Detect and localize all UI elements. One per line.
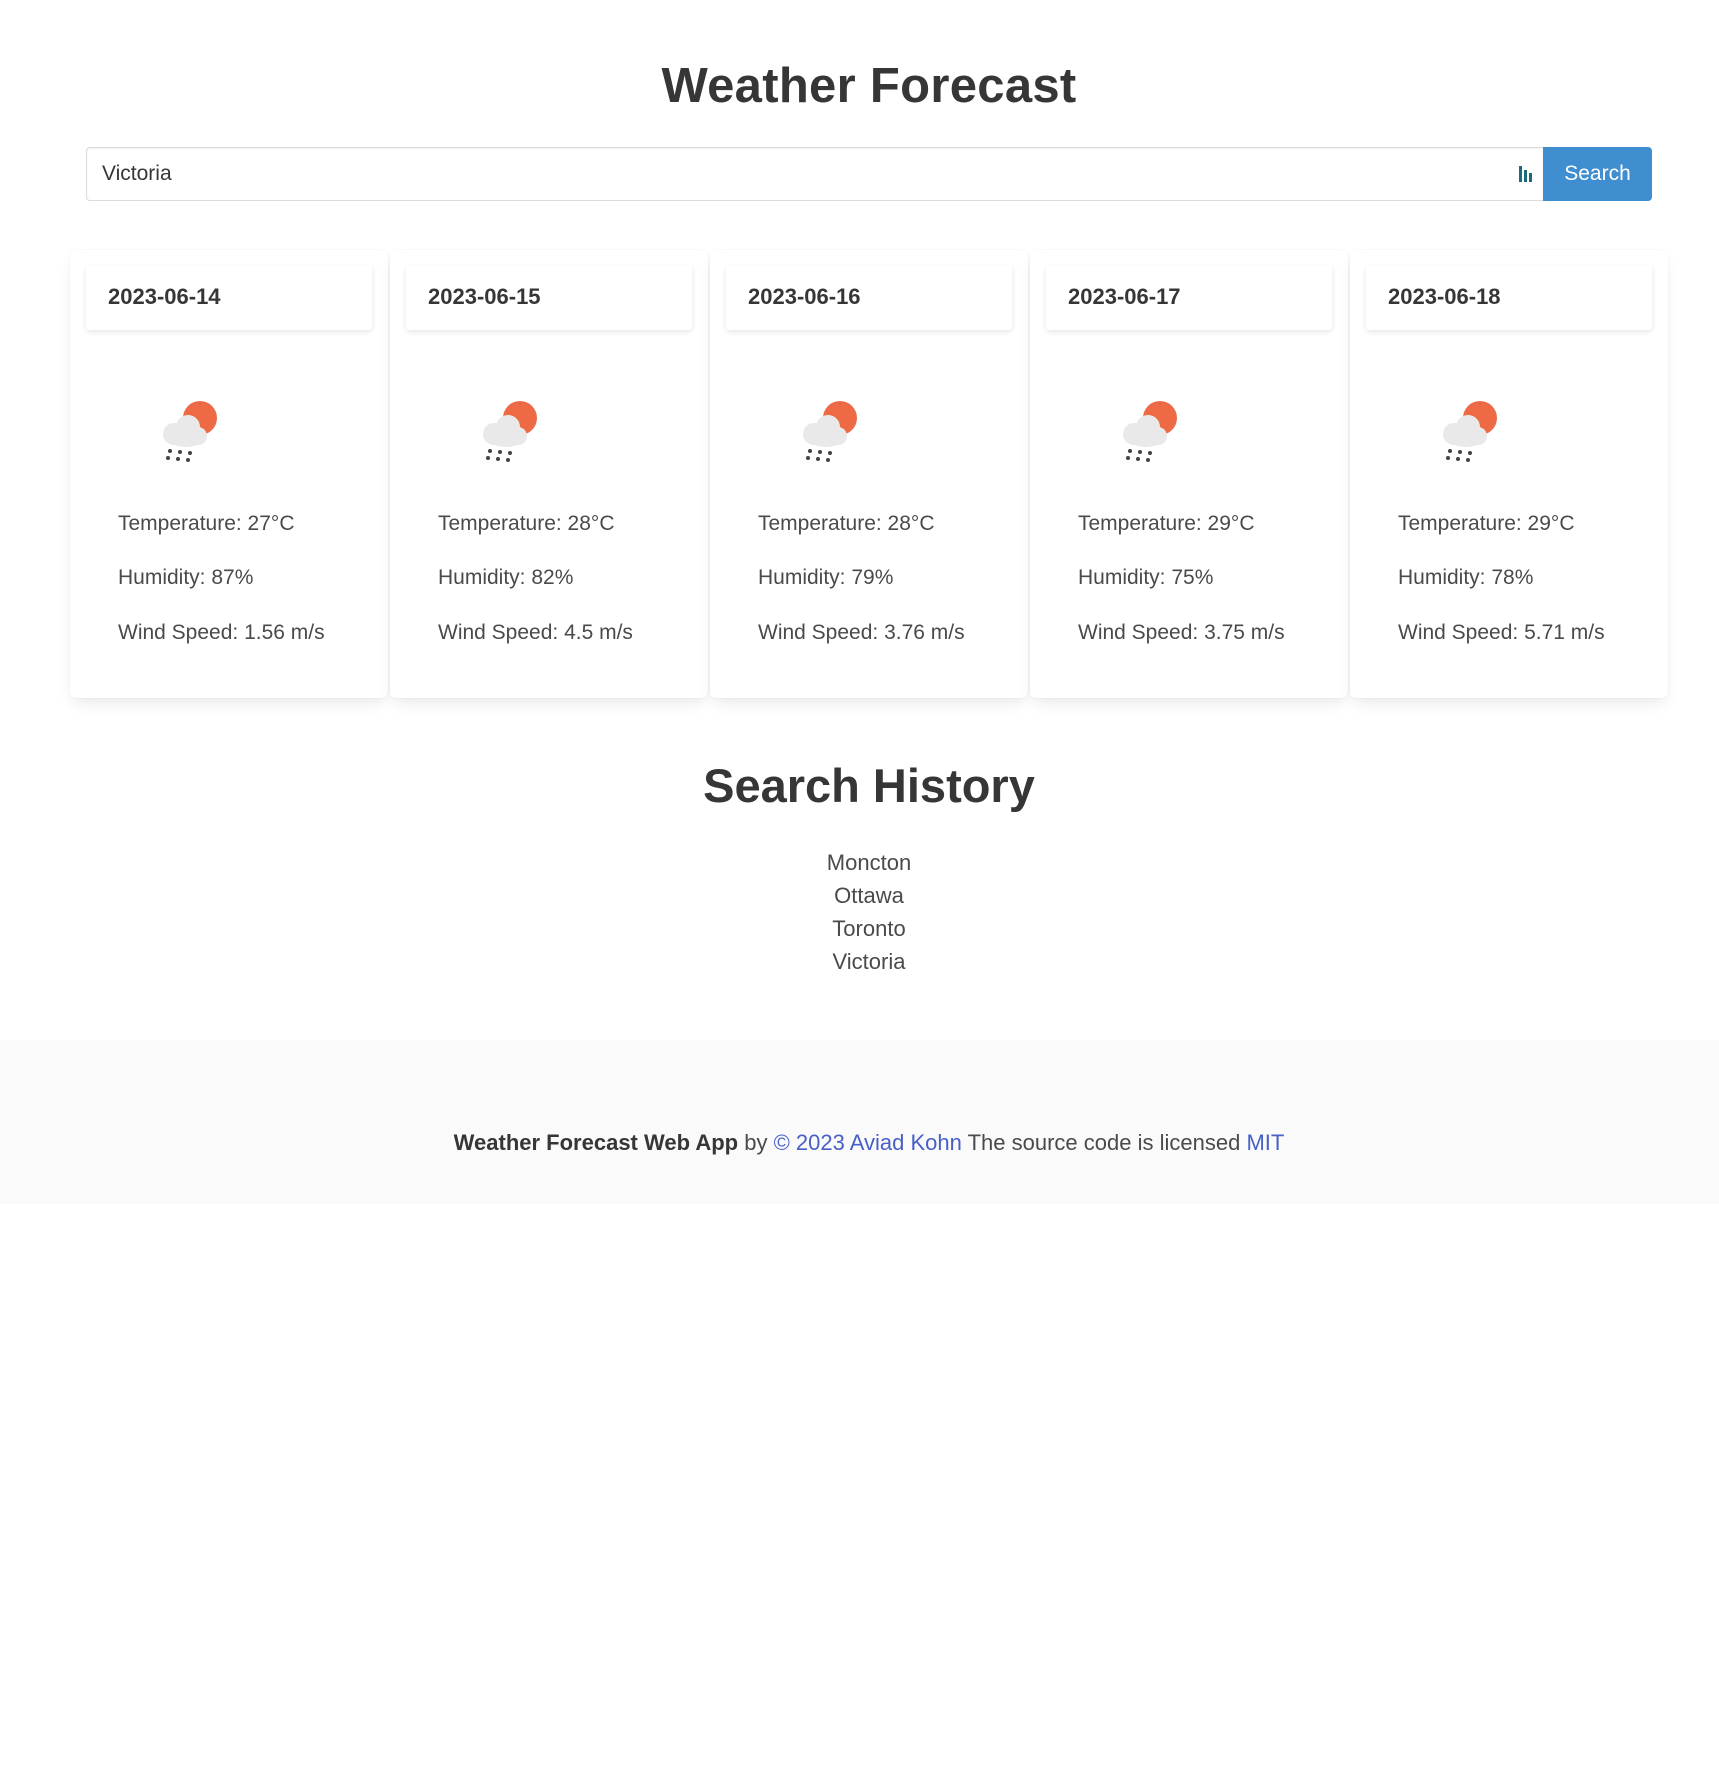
temperature-label: Temperature: 28°C xyxy=(438,512,615,535)
footer: Weather Forecast Web App by © 2023 Aviad… xyxy=(0,1040,1719,1204)
card-header: 2023-06-14 xyxy=(86,266,372,330)
history-item[interactable]: Ottawa xyxy=(0,879,1719,912)
wind-speed-label: Wind Speed: 3.76 m/s xyxy=(758,621,965,644)
history-item[interactable]: Moncton xyxy=(0,846,1719,879)
password-manager-icon[interactable] xyxy=(1518,165,1534,183)
rain-cloud-sun-icon xyxy=(163,401,217,462)
forecast-date: 2023-06-16 xyxy=(748,284,861,309)
history-item[interactable]: Toronto xyxy=(0,912,1719,945)
forecast-card: 2023-06-15 Temperature: 28°C Humidity: 8… xyxy=(390,250,708,698)
forecast-date: 2023-06-18 xyxy=(1388,284,1501,309)
rain-cloud-sun-icon xyxy=(1443,401,1497,462)
license-link[interactable]: MIT xyxy=(1246,1130,1284,1155)
forecast-cards: 2023-06-14 Temperature: 27°C Humidity: 8… xyxy=(70,250,1668,698)
card-header: 2023-06-17 xyxy=(1046,266,1332,330)
card-header: 2023-06-16 xyxy=(726,266,1012,330)
forecast-card: 2023-06-14 Temperature: 27°C Humidity: 8… xyxy=(70,250,388,698)
temperature-label: Temperature: 29°C xyxy=(1398,512,1575,535)
forecast-date: 2023-06-14 xyxy=(108,284,221,309)
search-history-list: Moncton Ottawa Toronto Victoria xyxy=(0,846,1719,978)
page-title: Weather Forecast xyxy=(661,59,1077,113)
humidity-label: Humidity: 87% xyxy=(118,566,254,589)
temperature-label: Temperature: 29°C xyxy=(1078,512,1255,535)
footer-license-text: The source code is licensed xyxy=(967,1130,1241,1155)
wind-speed-label: Wind Speed: 4.5 m/s xyxy=(438,621,633,644)
humidity-label: Humidity: 82% xyxy=(438,566,574,589)
humidity-label: Humidity: 75% xyxy=(1078,566,1214,589)
forecast-date: 2023-06-17 xyxy=(1068,284,1181,309)
search-bar: Search xyxy=(86,147,1652,201)
temperature-label: Temperature: 28°C xyxy=(758,512,935,535)
card-header: 2023-06-18 xyxy=(1366,266,1652,330)
search-history-title: Search History xyxy=(703,759,1035,812)
card-header: 2023-06-15 xyxy=(406,266,692,330)
rain-cloud-sun-icon xyxy=(1123,401,1177,462)
wind-speed-label: Wind Speed: 5.71 m/s xyxy=(1398,621,1605,644)
wind-speed-label: Wind Speed: 3.75 m/s xyxy=(1078,621,1285,644)
history-item[interactable]: Victoria xyxy=(0,945,1719,978)
rain-cloud-sun-icon xyxy=(803,401,857,462)
search-button[interactable]: Search xyxy=(1543,147,1652,201)
humidity-label: Humidity: 78% xyxy=(1398,566,1534,589)
humidity-label: Humidity: 79% xyxy=(758,566,894,589)
forecast-card: 2023-06-16 Temperature: 28°C Humidity: 7… xyxy=(710,250,1028,698)
rain-cloud-sun-icon xyxy=(483,401,537,462)
temperature-label: Temperature: 27°C xyxy=(118,512,295,535)
forecast-card: 2023-06-18 Temperature: 29°C Humidity: 7… xyxy=(1350,250,1668,698)
author-link[interactable]: © 2023 Aviad Kohn xyxy=(774,1130,962,1155)
footer-by: by xyxy=(744,1130,768,1155)
forecast-date: 2023-06-15 xyxy=(428,284,541,309)
footer-app-name: Weather Forecast Web App xyxy=(453,1130,739,1155)
wind-speed-label: Wind Speed: 1.56 m/s xyxy=(118,621,325,644)
city-search-input[interactable] xyxy=(86,147,1543,201)
footer-text: Weather Forecast Web App by © 2023 Aviad… xyxy=(0,1130,1719,1156)
forecast-card: 2023-06-17 Temperature: 29°C Humidity: 7… xyxy=(1030,250,1348,698)
